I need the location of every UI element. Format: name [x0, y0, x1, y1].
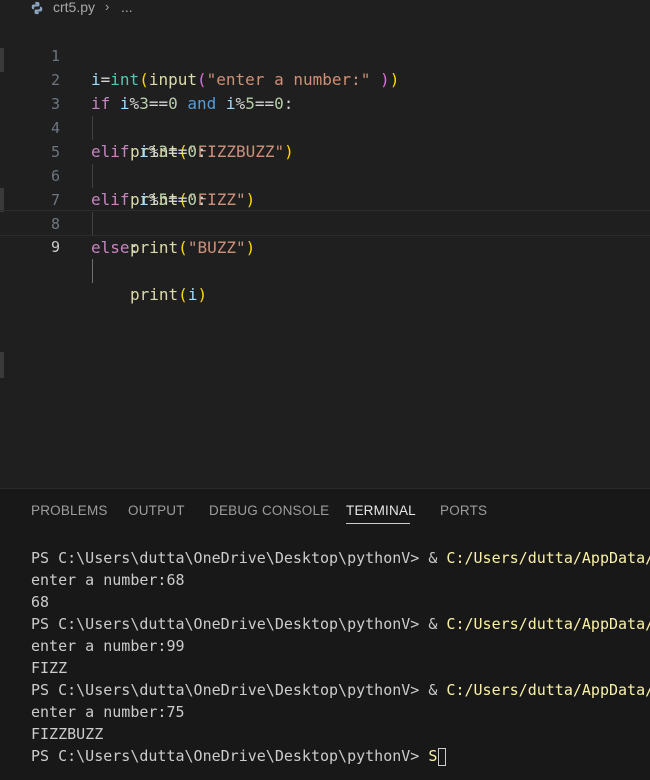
- breadcrumb-file[interactable]: crt5.py: [53, 0, 95, 15]
- panel-tabs: PROBLEMS OUTPUT DEBUG CONSOLE TERMINAL P…: [0, 489, 650, 533]
- code-line: 8 else:: [0, 188, 650, 257]
- terminal-typed-text: S: [428, 747, 438, 765]
- code-line: 4 elif i%3==0:: [0, 92, 650, 161]
- terminal-line: enter a number:75: [31, 703, 185, 721]
- tab-problems[interactable]: PROBLEMS: [31, 503, 108, 518]
- tab-ports[interactable]: PORTS: [440, 503, 487, 518]
- code-line: 5 print("FIZZ"): [0, 116, 650, 209]
- indent-guide-active: [92, 259, 93, 283]
- terminal-line: enter a number:68: [31, 571, 185, 589]
- terminal-line: PS C:\Users\dutta\OneDrive\Desktop\pytho…: [31, 681, 650, 699]
- terminal-cursor: [438, 747, 447, 766]
- terminal-line: 68: [31, 593, 50, 611]
- terminal-line: FIZZ: [31, 659, 68, 677]
- active-tab-indicator: [346, 523, 410, 524]
- tab-terminal[interactable]: TERMINAL: [346, 503, 416, 518]
- line-number-active: 9: [50, 238, 60, 256]
- tab-output[interactable]: OUTPUT: [128, 503, 185, 518]
- code-line-current: 9 print(i): [0, 210, 650, 304]
- python-file-icon: [31, 1, 43, 15]
- terminal-line: PS C:\Users\dutta\OneDrive\Desktop\pytho…: [31, 549, 650, 567]
- breadcrumb: crt5.py › ...: [0, 0, 650, 18]
- bottom-panel: PROBLEMS OUTPUT DEBUG CONSOLE TERMINAL P…: [0, 488, 650, 780]
- tab-debug-console[interactable]: DEBUG CONSOLE: [209, 503, 329, 518]
- breadcrumb-more[interactable]: ...: [121, 0, 133, 15]
- terminal-prompt-line[interactable]: PS C:\Users\dutta\OneDrive\Desktop\pytho…: [31, 745, 650, 767]
- code-text[interactable]: else:: [91, 236, 139, 260]
- terminal-output[interactable]: PS C:\Users\dutta\OneDrive\Desktop\pytho…: [31, 547, 650, 767]
- breadcrumb-separator-icon: ›: [105, 0, 110, 14]
- code-line: 6 elif i%5==0:: [0, 140, 650, 209]
- code-line: 3 print("FIZZBUZZ"): [0, 68, 650, 161]
- code-line: 7 print("BUZZ"): [0, 164, 650, 257]
- code-line: 2 if i%3==0 and i%5==0:: [0, 44, 650, 113]
- terminal-line: enter a number:99: [31, 637, 185, 655]
- terminal-line: FIZZBUZZ: [31, 725, 104, 743]
- code-editor[interactable]: 1 i=int(input("enter a number:" )) 2 if …: [0, 18, 650, 488]
- code-text[interactable]: print(i): [130, 283, 207, 307]
- code-line: 1 i=int(input("enter a number:" )): [0, 20, 650, 89]
- terminal-line: PS C:\Users\dutta\OneDrive\Desktop\pytho…: [31, 615, 650, 633]
- vscode-window: crt5.py › ... 1 i=int(input("enter a num…: [0, 0, 650, 780]
- code-text[interactable]: print("BUZZ"): [130, 236, 255, 260]
